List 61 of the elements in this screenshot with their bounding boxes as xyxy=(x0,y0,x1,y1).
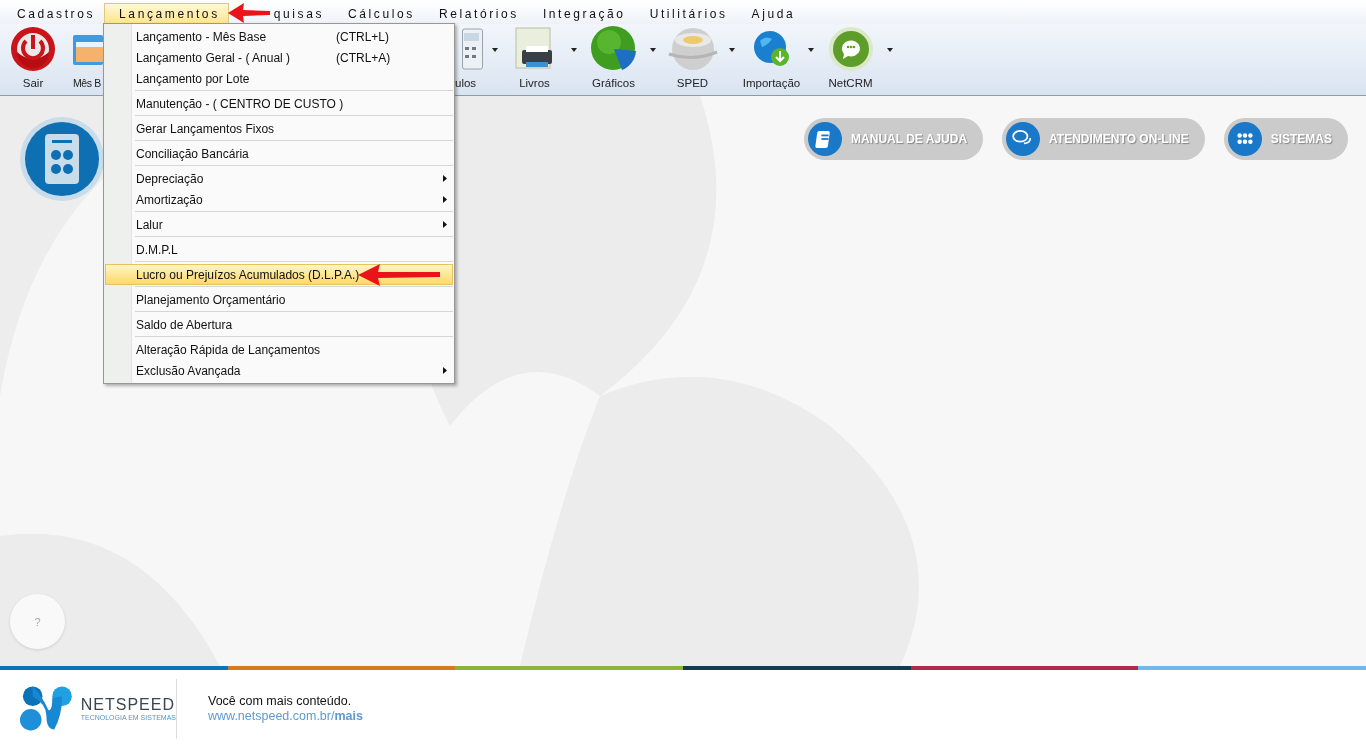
menu-item[interactable]: Integração xyxy=(527,3,635,24)
menu-option[interactable]: Lançamento por Lote xyxy=(105,68,453,89)
menu-item[interactable]: Ajuda xyxy=(736,3,805,24)
dropdown-arrow-icon[interactable] xyxy=(492,47,498,52)
toolbar-button[interactable]: Sair xyxy=(10,24,56,95)
toolbar-label: Sair xyxy=(22,77,44,89)
grid-icon xyxy=(1237,133,1253,144)
menu-option[interactable]: D.M.P.L xyxy=(105,239,453,260)
toolbar-button[interactable]: Importação xyxy=(742,24,821,95)
brand-name: NETSPEED xyxy=(80,696,176,714)
submenu-arrow-icon xyxy=(443,367,447,374)
menu-option[interactable]: Conciliação Bancária xyxy=(105,143,453,164)
menu-option[interactable]: Planejamento Orçamentário xyxy=(105,289,453,310)
book-icon xyxy=(815,130,831,148)
chat-icon xyxy=(1012,130,1032,145)
toolbar-label: ulos xyxy=(455,77,477,89)
menu-option[interactable]: Amortização xyxy=(105,189,453,210)
toolbar-label: Livros xyxy=(519,77,550,89)
calculator-icon xyxy=(20,117,104,201)
toolbar-label: SPED xyxy=(676,77,709,89)
pie-chart-icon xyxy=(589,25,638,73)
submenu-arrow-icon xyxy=(443,175,447,182)
submenu-arrow-icon xyxy=(443,221,447,228)
menu-item[interactable]: Cadastros xyxy=(2,3,105,24)
menu-item[interactable]: Utilitários xyxy=(634,3,737,24)
toolbar-button[interactable]: ulos xyxy=(455,24,505,95)
toolbar-button[interactable]: Gráficos xyxy=(584,24,663,95)
menu-option[interactable]: Lançamento Geral - ( Anual ) (CTRL+A) xyxy=(105,47,453,68)
globe-icon xyxy=(751,29,792,69)
menu-option[interactable]: Gerar Lançamentos Fixos xyxy=(105,118,453,139)
dropdown-arrow-icon[interactable] xyxy=(650,47,656,52)
toolbar-button[interactable]: NetCRM xyxy=(821,24,900,95)
toolbar-label: NetCRM xyxy=(828,77,873,89)
power-icon xyxy=(10,26,56,72)
annotation-arrow xyxy=(228,3,270,23)
menu-option[interactable]: Lalur xyxy=(105,214,453,235)
menu-item[interactable]: Relatórios xyxy=(423,3,528,24)
menu-option[interactable]: Alteração Rápida de Lançamentos xyxy=(105,339,453,360)
toolbar-button[interactable]: Livros xyxy=(505,24,584,95)
disc-icon xyxy=(666,26,719,72)
menu-item[interactable]: Lançamentos xyxy=(104,3,229,24)
toolbar-button[interactable]: Mês B xyxy=(70,24,103,95)
menu-option[interactable]: Lançamento - Mês Base (CTRL+L) xyxy=(105,26,453,47)
dropdown-arrow-icon[interactable] xyxy=(729,47,735,52)
menu-option[interactable]: Depreciação xyxy=(105,168,453,189)
menu-option[interactable]: Saldo de Abertura xyxy=(105,314,453,335)
calculator-icon xyxy=(462,27,485,71)
toolbar-button[interactable]: SPED xyxy=(663,24,742,95)
toolbar-label: Mês B xyxy=(73,77,101,89)
speech-bubble-icon xyxy=(827,26,874,72)
toolbar-label: Importação xyxy=(742,77,801,89)
dropdown-arrow-icon[interactable] xyxy=(808,47,814,52)
dropdown-arrow-icon[interactable] xyxy=(571,47,577,52)
slogan-text: Você com mais conteúdo. xyxy=(208,694,353,708)
toolbar-label: Gráficos xyxy=(592,77,635,89)
dropdown-arrow-icon[interactable] xyxy=(887,47,893,52)
submenu-arrow-icon xyxy=(443,196,447,203)
menu-option[interactable]: Exclusão Avançada xyxy=(105,360,453,381)
menu-option[interactable]: Manutenção - ( CENTRO DE CUSTO ) xyxy=(105,93,453,114)
menu-option[interactable]: Lucro ou Prejuízos Acumulados (D.L.P.A.) xyxy=(105,264,453,285)
menu-item[interactable]: Cálculos xyxy=(333,3,424,24)
